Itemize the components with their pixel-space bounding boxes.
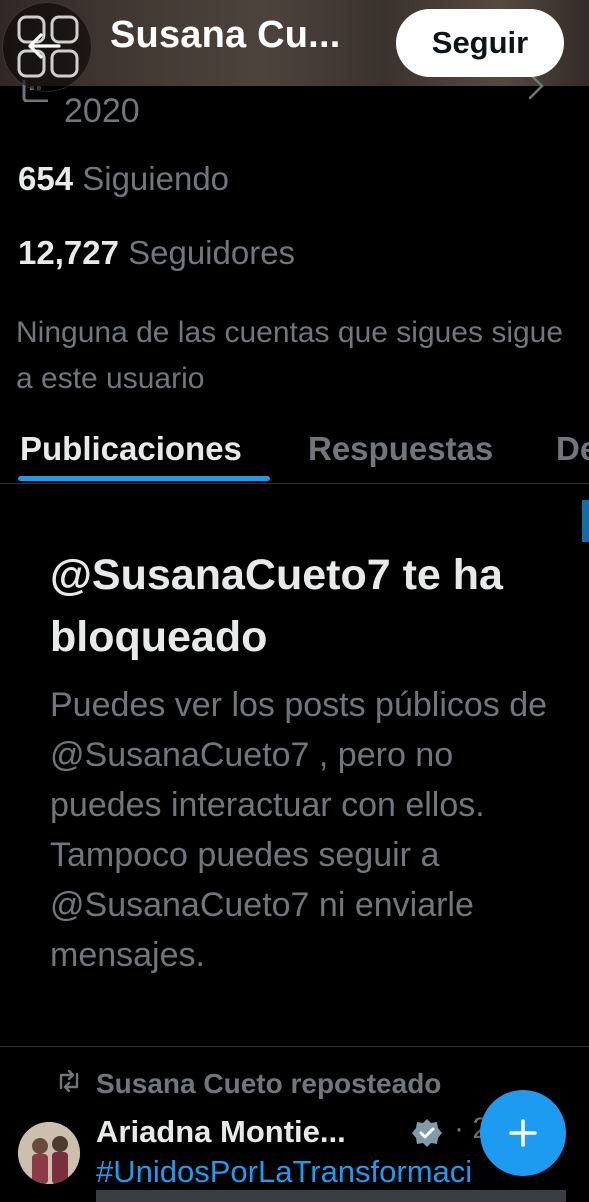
post-author-name[interactable]: Ariadna Montie... — [96, 1114, 346, 1150]
compose-button[interactable] — [480, 1090, 566, 1176]
following-stat[interactable]: 654 Siguiendo — [18, 160, 229, 198]
repost-icon — [59, 1070, 79, 1092]
profile-name-header: Susana Cu... — [110, 14, 341, 56]
back-button[interactable] — [2, 2, 92, 92]
back-arrow-icon — [28, 33, 61, 59]
blocked-title: @SusanaCueto7 te ha bloqueado — [50, 551, 503, 661]
tab-respuestas[interactable]: Respuestas — [308, 430, 493, 468]
scroll-indicator — [582, 500, 589, 542]
post-divider — [0, 1046, 589, 1047]
tab-destacados[interactable]: De — [556, 430, 589, 468]
active-tab-indicator — [18, 476, 270, 481]
avatar[interactable] — [18, 1122, 80, 1184]
joined-year: 2020 — [64, 92, 140, 130]
tab-publicaciones[interactable]: Publicaciones — [20, 430, 242, 468]
following-count: 654 — [18, 160, 74, 197]
followers-stat[interactable]: 12,727 Seguidores — [18, 234, 295, 272]
mutual-followers-note: Ninguna de las cuentas que sigues sigue … — [16, 316, 564, 395]
truncated-post-line — [96, 1190, 566, 1202]
tab-divider — [0, 483, 589, 484]
following-label: Siguiendo — [82, 160, 230, 197]
followers-label: Seguidores — [128, 234, 296, 271]
repost-label[interactable]: Susana Cueto reposteado — [96, 1068, 441, 1100]
blocked-description: Puedes ver los posts públicos de @Susana… — [50, 686, 548, 974]
followers-count: 12,727 — [18, 234, 119, 271]
avatar-image — [18, 1122, 80, 1184]
follow-button[interactable]: Seguir — [396, 9, 564, 77]
verified-badge-icon — [412, 1119, 442, 1147]
plus-icon — [509, 1119, 537, 1147]
